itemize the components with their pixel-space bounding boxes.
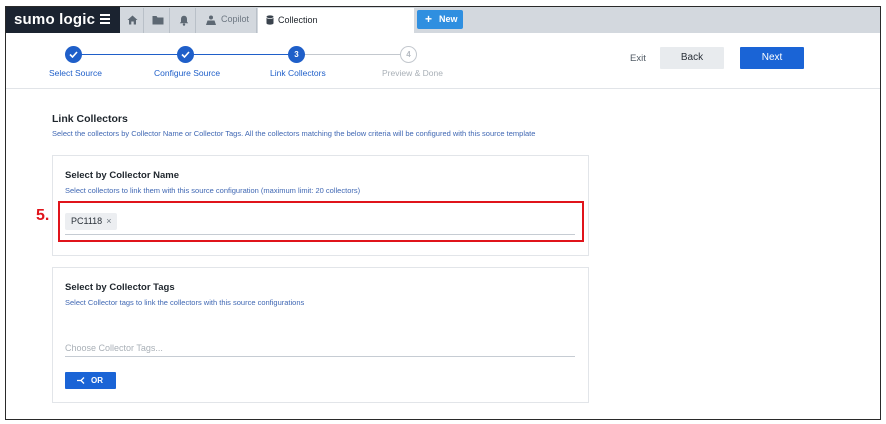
home-icon [127, 15, 138, 25]
step-label-configure-source[interactable]: Configure Source [154, 68, 220, 78]
collector-tags-card: Select by Collector Tags Select Collecto… [52, 267, 589, 403]
tab-home[interactable] [120, 8, 144, 33]
collector-name-title: Select by Collector Name [65, 170, 180, 181]
step-label-link-collectors[interactable]: Link Collectors [270, 68, 326, 78]
or-button-label: OR [91, 376, 103, 385]
plus-icon: + [425, 12, 433, 26]
menu-icon[interactable] [100, 14, 110, 25]
tab-copilot-label: Copilot [221, 14, 250, 24]
step-label-select-source[interactable]: Select Source [49, 68, 102, 78]
annotation-highlight [58, 201, 584, 242]
collector-tags-underline [65, 356, 575, 357]
copilot-icon [206, 15, 216, 25]
annotation-step-number: 5. [36, 207, 50, 224]
step-4-number: 4 [400, 46, 417, 63]
tab-library[interactable] [145, 8, 170, 33]
logo-text: sumo logic [14, 11, 96, 28]
section-title: Link Collectors [52, 113, 128, 125]
step-connector [74, 54, 184, 55]
step-connector [297, 54, 407, 55]
next-button[interactable]: Next [740, 47, 804, 69]
step-3-number: 3 [288, 46, 305, 63]
top-bar: sumo logic Copilot Collection + New [6, 7, 880, 33]
step-1-complete-icon [65, 46, 82, 63]
tab-copilot[interactable]: Copilot [197, 8, 257, 33]
section-description: Select the collectors by Collector Name … [52, 129, 536, 138]
back-button[interactable]: Back [660, 47, 724, 69]
tab-collection-label: Collection [278, 15, 318, 25]
step-label-preview-done: Preview & Done [382, 68, 443, 78]
exit-link[interactable]: Exit [630, 53, 646, 64]
new-tab-button[interactable]: + New [417, 10, 463, 29]
tab-collection[interactable]: Collection [258, 8, 414, 33]
folder-icon [152, 16, 164, 25]
collector-name-subtitle: Select collectors to link them with this… [65, 186, 361, 195]
wizard-header: 3 4 Select Source Configure Source Link … [6, 33, 880, 89]
new-tab-label: New [439, 14, 458, 24]
collector-tags-input[interactable] [65, 340, 575, 356]
step-connector [186, 54, 295, 55]
bell-icon [179, 15, 189, 26]
collector-tags-title: Select by Collector Tags [65, 282, 175, 293]
tab-alerts[interactable] [171, 8, 196, 33]
app-window: sumo logic Copilot Collection + New 3 4 … [5, 6, 881, 420]
collector-tags-subtitle: Select Collector tags to link the collec… [65, 298, 305, 307]
step-2-complete-icon [177, 46, 194, 63]
branch-icon [77, 377, 85, 384]
or-button[interactable]: OR [65, 372, 116, 389]
database-icon [266, 15, 274, 25]
